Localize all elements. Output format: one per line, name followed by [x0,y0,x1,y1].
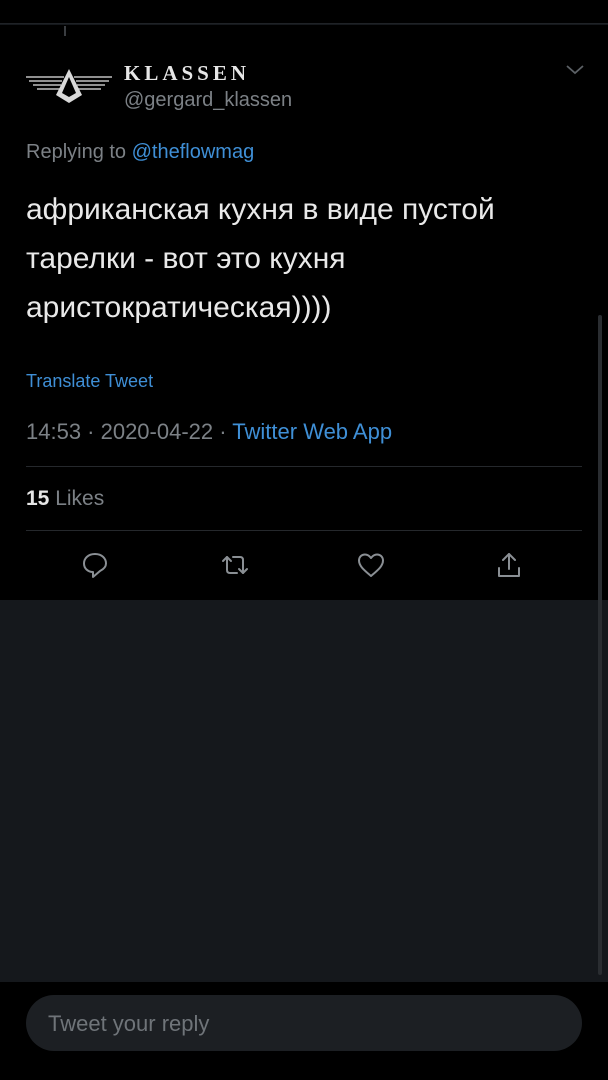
likes-summary[interactable]: 15 Likes [26,487,104,511]
retweet-icon [222,556,248,574]
likes-count: 15 [26,487,50,510]
user-handle[interactable]: @gergard_klassen [124,89,292,112]
like-button[interactable] [356,550,386,580]
tweet-timestamp[interactable]: 14:53 · 2020-04-22 · [26,419,227,444]
retweet-button[interactable] [220,550,250,580]
display-name[interactable]: KLASSEN [124,61,250,86]
share-icon [498,553,520,577]
translate-tweet-link[interactable]: Translate Tweet [26,371,153,392]
thread-line [64,26,66,36]
replying-to-mention[interactable]: @theflowmag [132,141,255,163]
top-bar [0,0,608,24]
tweet-source[interactable]: Twitter Web App [232,419,392,444]
divider [26,466,582,467]
divider [26,530,582,531]
avatar[interactable] [24,67,114,107]
chevron-down-icon[interactable] [564,63,586,77]
reply-icon [83,553,107,578]
tweet-text: африканская кухня в виде пустой тарелки … [26,193,495,324]
replying-to-line: Replying to @theflowmag [26,141,254,164]
tweet-meta: 14:53 · 2020-04-22 · Twitter Web App [26,419,392,445]
likes-label: Likes [55,487,105,510]
reply-input[interactable]: Tweet your reply [26,995,582,1051]
tweet-card: KLASSEN @gergard_klassen Replying to @th… [0,25,608,600]
reply-placeholder: Tweet your reply [48,1011,210,1036]
like-icon [358,553,384,577]
share-button[interactable] [494,550,524,580]
replying-prefix: Replying to [26,141,127,163]
reply-button[interactable] [80,550,110,580]
scrollbar[interactable] [598,315,602,975]
